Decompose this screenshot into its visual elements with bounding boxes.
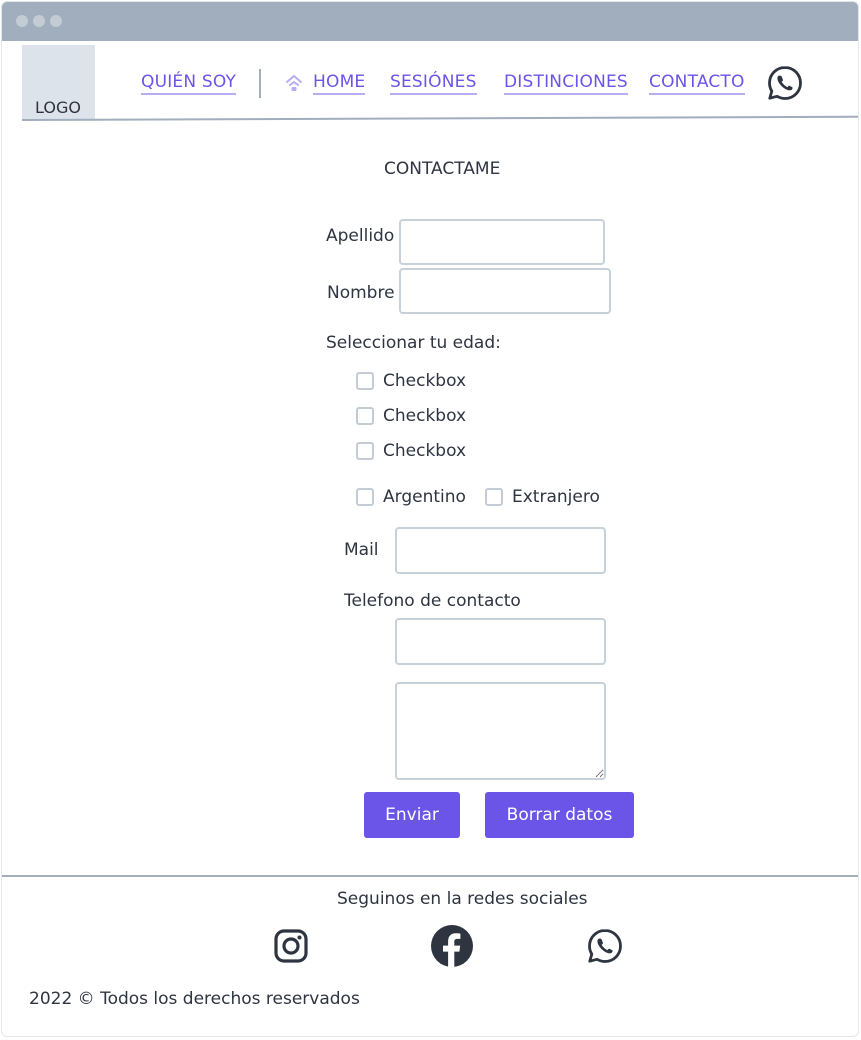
nombre-input[interactable] <box>399 268 611 314</box>
checkbox-label: Checkbox <box>383 371 467 391</box>
instagram-icon[interactable] <box>272 927 310 965</box>
edad-label: Seleccionar tu edad: <box>326 333 501 353</box>
mail-input[interactable] <box>395 527 606 574</box>
nav-link-distinciones[interactable]: DISTINCIONES <box>504 72 628 95</box>
reset-button[interactable]: Borrar datos <box>485 792 634 838</box>
logo-text: LOGO <box>35 98 81 117</box>
window-close-dot[interactable] <box>16 15 28 27</box>
submit-button[interactable]: Enviar <box>364 792 460 838</box>
whatsapp-icon[interactable] <box>586 927 624 965</box>
message-textarea[interactable] <box>395 682 606 780</box>
apellido-label: Apellido <box>326 226 395 246</box>
nav-link-sesiones[interactable]: SESIÓNES <box>390 72 477 95</box>
form-title: CONTACTAME <box>384 159 501 179</box>
checkbox-label: Argentino <box>383 487 466 507</box>
checkbox-box[interactable] <box>356 407 374 425</box>
age-checkbox-3[interactable]: Checkbox <box>356 441 466 461</box>
extranjero-checkbox[interactable]: Extranjero <box>485 487 600 507</box>
checkbox-label: Extranjero <box>512 487 600 507</box>
window-maximize-dot[interactable] <box>50 15 62 27</box>
age-checkbox-1[interactable]: Checkbox <box>356 371 466 391</box>
checkbox-label: Checkbox <box>383 441 467 461</box>
logo[interactable]: LOGO <box>22 45 95 120</box>
checkbox-label: Checkbox <box>383 406 467 426</box>
nav-link-quien-soy[interactable]: QUIÉN SOY <box>141 72 237 95</box>
apellido-input[interactable] <box>399 219 605 265</box>
copyright-text: 2022 © Todos los derechos reservados <box>29 989 360 1009</box>
nav-link-home[interactable]: HOME <box>313 72 366 95</box>
checkbox-box[interactable] <box>356 372 374 390</box>
telefono-input[interactable] <box>395 618 606 665</box>
checkbox-box[interactable] <box>485 488 503 506</box>
nav-link-contacto[interactable]: CONTACTO <box>649 72 745 95</box>
browser-window: LOGO QUIÉN SOY HOME SESIÓNES DISTINCIONE… <box>1 1 859 1037</box>
checkbox-box[interactable] <box>356 488 374 506</box>
window-titlebar <box>2 2 858 41</box>
checkbox-box[interactable] <box>356 442 374 460</box>
mail-label: Mail <box>344 540 379 560</box>
footer-divider <box>2 875 858 877</box>
home-icon[interactable] <box>284 73 304 93</box>
facebook-icon[interactable] <box>430 924 474 968</box>
nav-separator <box>259 69 261 98</box>
window-minimize-dot[interactable] <box>33 15 45 27</box>
social-title: Seguinos en la redes sociales <box>337 889 588 909</box>
age-checkbox-2[interactable]: Checkbox <box>356 406 466 426</box>
argentino-checkbox[interactable]: Argentino <box>356 487 466 507</box>
telefono-label: Telefono de contacto <box>344 591 521 611</box>
whatsapp-icon[interactable] <box>766 64 804 102</box>
header-divider <box>21 115 858 121</box>
nombre-label: Nombre <box>327 283 395 303</box>
